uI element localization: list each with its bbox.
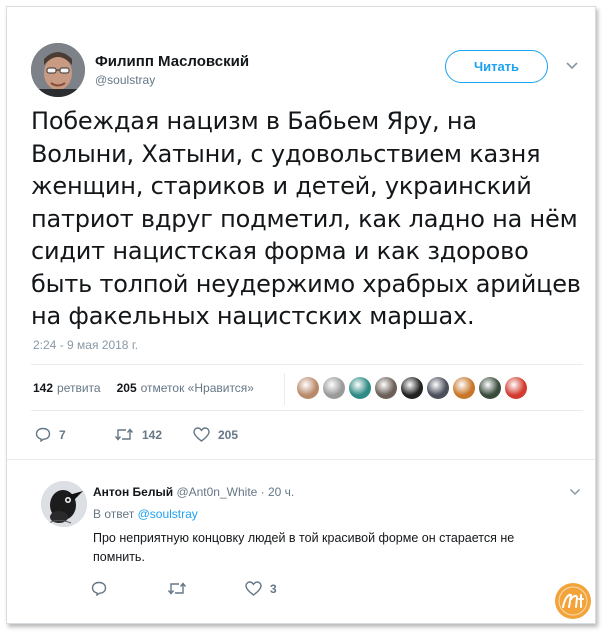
retweet-button[interactable]: 142 <box>114 427 162 442</box>
reply-author-handle[interactable]: @Ant0n_White <box>176 485 257 499</box>
retweet-count: 142 <box>142 427 163 442</box>
reply-author-name[interactable]: Антон Белый <box>93 485 173 499</box>
follow-button[interactable]: Читать <box>445 50 548 83</box>
retweet-icon <box>114 428 134 441</box>
tweet-timestamp[interactable]: 2:24 - 9 мая 2018 г. <box>33 338 138 352</box>
tweet-line: быть толпой неудержимо храбрых арийцев <box>31 269 581 298</box>
avatar-icon[interactable] <box>375 377 397 399</box>
reply-count: 7 <box>59 427 66 442</box>
retweet-button[interactable] <box>167 581 187 596</box>
retweet-icon <box>167 582 187 595</box>
in-reply-to: В ответ @soulstray <box>93 507 198 521</box>
heart-icon <box>193 427 210 442</box>
watermark-logo-icon <box>555 583 591 619</box>
reply-text: Про неприятную концовку людей в той крас… <box>93 531 515 564</box>
in-reply-handle-link[interactable]: @soulstray <box>138 507 198 521</box>
divider <box>7 459 595 460</box>
reply-actions: 3 <box>7 581 595 601</box>
avatar-icon[interactable] <box>505 377 527 399</box>
likers-avatars <box>297 377 527 399</box>
avatar-icon[interactable] <box>427 377 449 399</box>
like-count: 205 <box>218 427 239 442</box>
author-handle[interactable]: @soulstray <box>95 73 155 87</box>
author-name[interactable]: Филипп Масловский <box>95 53 249 70</box>
divider <box>284 373 285 405</box>
tweet-line: женщин, стариков и детей, украинский <box>31 172 532 200</box>
reply-button[interactable] <box>91 581 107 596</box>
reply-icon <box>91 581 107 596</box>
reply-button[interactable]: 7 <box>35 427 66 442</box>
engagement-stats: 142 ретвита 205 отметок «Нравится» <box>33 381 254 395</box>
divider <box>31 364 583 365</box>
avatar-icon[interactable] <box>349 377 371 399</box>
heart-icon <box>245 581 262 596</box>
reply-author-avatar[interactable] <box>41 481 87 527</box>
retweets-count[interactable]: 142 <box>33 381 53 395</box>
in-reply-prefix: В ответ <box>93 507 135 521</box>
author-avatar[interactable] <box>31 43 85 97</box>
avatar-icon[interactable] <box>479 377 501 399</box>
reply-header: Антон Белый @Ant0n_White · 20 ч. <box>93 485 294 499</box>
divider <box>31 410 583 411</box>
tweet-card: Филипп Масловский @soulstray Читать Побе… <box>6 6 596 624</box>
avatar-icon[interactable] <box>323 377 345 399</box>
retweets-label[interactable]: ретвита <box>57 381 101 395</box>
tweet-line: сидит нацистская форма и как здорово <box>31 237 529 265</box>
reply-time[interactable]: · 20 ч. <box>261 485 295 499</box>
tweet-line: Волыни, Хатыни, с удовольствием казня <box>31 139 541 168</box>
likes-count[interactable]: 205 <box>117 381 137 395</box>
avatar-icon[interactable] <box>297 377 319 399</box>
reply-icon <box>35 427 51 442</box>
reply-like-count: 3 <box>270 581 277 596</box>
avatar-icon[interactable] <box>401 377 423 399</box>
tweet-actions: 7 142 205 <box>7 427 595 447</box>
like-button[interactable]: 3 <box>245 581 277 596</box>
likes-label[interactable]: отметок «Нравится» <box>141 381 254 395</box>
like-button[interactable]: 205 <box>193 427 238 442</box>
tweet-line: на факельных нацистских маршах. <box>31 302 475 330</box>
chevron-down-icon[interactable] <box>565 61 579 71</box>
tweet-line: патриот вдруг подметил, как ладно на нём <box>31 204 578 233</box>
chevron-down-icon[interactable] <box>569 488 581 496</box>
tweet-line: Побеждая нацизм в Бабьем Яру, на <box>31 107 477 135</box>
avatar-icon[interactable] <box>453 377 475 399</box>
tweet-text: Побеждая нацизм в Бабьем Яру, на Волыни,… <box>31 105 591 333</box>
